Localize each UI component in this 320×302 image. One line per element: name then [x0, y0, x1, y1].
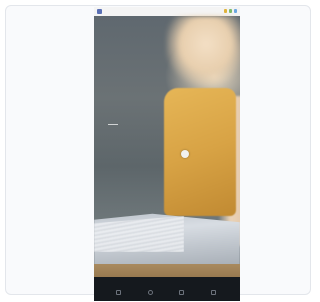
nav-icons [116, 290, 216, 295]
recents-icon[interactable] [179, 290, 185, 295]
overline-divider [108, 124, 118, 125]
status-icons [224, 9, 237, 13]
hand-blur [166, 16, 240, 86]
signal-icon [224, 9, 227, 13]
app-icon [97, 9, 102, 14]
status-bar [94, 7, 240, 16]
hero-image [94, 16, 240, 290]
battery-icon [234, 9, 237, 13]
bottom-nav [94, 277, 240, 301]
back-icon[interactable] [116, 290, 121, 295]
chair-knob [181, 150, 189, 158]
menu-icon[interactable] [210, 290, 216, 295]
wifi-icon [229, 9, 232, 13]
chair [164, 88, 236, 216]
home-icon[interactable] [147, 290, 153, 295]
phone-screenshot [94, 7, 240, 301]
